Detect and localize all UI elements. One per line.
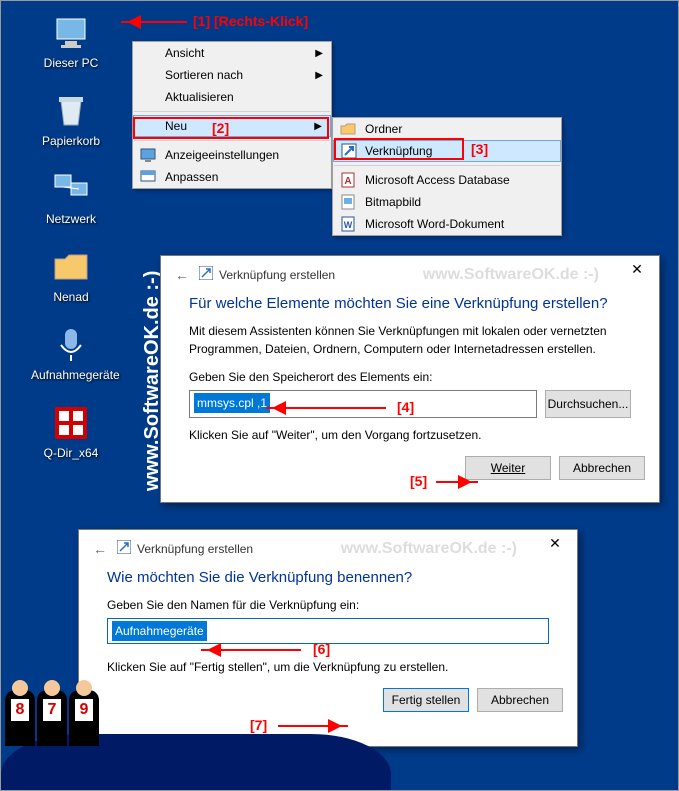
watermark-text: www.SoftwareOK.de :-) [341, 540, 517, 558]
dialog-header-text: Verknüpfung erstellen [219, 268, 335, 282]
folder-icon [339, 120, 357, 138]
computer-icon [51, 13, 91, 53]
desktop-icon-network[interactable]: Netzwerk [31, 169, 111, 226]
network-icon [51, 169, 91, 209]
annotation-6: [6] [313, 641, 330, 657]
menu-item-ansicht[interactable]: Ansicht▶ [133, 42, 331, 64]
context-menu-desktop: Ansicht▶ Sortieren nach▶ Aktualisieren N… [132, 41, 332, 189]
dialog-description: Mit diesem Assistenten können Sie Verknü… [189, 322, 631, 358]
score-card: 8 [10, 698, 30, 722]
desktop-icon-qdir[interactable]: Q-Dir_x64 [31, 403, 111, 460]
word-icon: W [339, 215, 357, 233]
desktop-label: Dieser PC [31, 56, 111, 70]
score-card: 7 [42, 698, 62, 722]
annotation-7: [7] [250, 717, 267, 733]
cancel-button[interactable]: Abbrechen [559, 456, 645, 480]
annotation-4: [4] [397, 399, 414, 415]
menu-item-access[interactable]: A Microsoft Access Database [333, 169, 561, 191]
recycle-icon [51, 91, 91, 131]
cancel-button[interactable]: Abbrechen [477, 688, 563, 712]
annotation-2: [2] [212, 120, 229, 136]
chevron-right-icon: ▶ [315, 48, 323, 59]
personalize-icon [139, 168, 157, 186]
input-label: Geben Sie den Speicherort des Elements e… [189, 368, 631, 386]
close-button[interactable]: ✕ [533, 530, 577, 558]
chevron-right-icon: ▶ [315, 70, 323, 81]
menu-item-anpassen[interactable]: Anpassen [133, 166, 331, 188]
dialog-header-text: Verknüpfung erstellen [137, 542, 253, 556]
input-label: Geben Sie den Namen für die Verknüpfung … [107, 596, 549, 614]
dialog-create-shortcut-2: ✕ ← Verknüpfung erstellen www.SoftwareOK… [78, 529, 578, 747]
close-button[interactable]: ✕ [615, 256, 659, 284]
annotation-1: [1] [Rechts-Klick] [193, 13, 308, 29]
shortcut-badge-icon [199, 266, 213, 283]
arrow-6 [201, 649, 301, 651]
watermark-text: www.SoftwareOK.de :-) [423, 266, 599, 284]
menu-separator [134, 111, 330, 112]
microphone-icon [51, 325, 91, 365]
judge-figure: 7 [37, 690, 67, 746]
highlight-box-2 [133, 117, 329, 139]
arrow-5 [436, 481, 478, 483]
arrow-4 [266, 407, 386, 409]
back-icon[interactable]: ← [175, 267, 189, 283]
menu-item-sortieren[interactable]: Sortieren nach▶ [133, 64, 331, 86]
desktop-label: Nenad [31, 290, 111, 304]
desktop-icon-pc[interactable]: Dieser PC [31, 13, 111, 70]
back-icon[interactable]: ← [93, 541, 107, 557]
dialog-title: Wie möchten Sie die Verknüpfung benennen… [79, 561, 577, 596]
browse-button[interactable]: Durchsuchen... [545, 390, 631, 418]
menu-item-ordner[interactable]: Ordner [333, 118, 561, 140]
desktop-label: Netzwerk [31, 212, 111, 226]
folder-icon [51, 247, 91, 287]
highlight-box-3 [334, 138, 464, 160]
finish-button[interactable]: Fertig stellen [383, 688, 469, 712]
shortcut-badge-icon [117, 540, 131, 557]
annotation-3: [3] [471, 141, 488, 157]
desktop-icon-user[interactable]: Nenad [31, 247, 111, 304]
desktop-label: Aufnahmegeräte [31, 368, 111, 382]
desktop-label: Papierkorb [31, 134, 111, 148]
desktop-label: Q-Dir_x64 [31, 446, 111, 460]
dialog-hint: Klicken Sie auf "Fertig stellen", um die… [107, 658, 549, 676]
location-input[interactable]: mmsys.cpl ,1 [189, 390, 537, 418]
context-menu-neu: Ordner Verknüpfung A Microsoft Access Da… [332, 117, 562, 236]
qdir-icon [51, 403, 91, 443]
menu-item-word[interactable]: W Microsoft Word-Dokument [333, 213, 561, 235]
display-settings-icon [139, 146, 157, 164]
menu-item-aktualisieren[interactable]: Aktualisieren [133, 86, 331, 108]
menu-separator [134, 140, 330, 141]
menu-item-anzeige[interactable]: Anzeigeeinstellungen [133, 144, 331, 166]
arrow-7 [278, 725, 348, 727]
dialog-hint: Klicken Sie auf "Weiter", um den Vorgang… [189, 426, 631, 444]
dialog-title: Für welche Elemente möchten Sie eine Ver… [161, 287, 659, 322]
desktop-icon-aufnahme[interactable]: Aufnahmegeräte [31, 325, 111, 382]
svg-text:A: A [344, 176, 351, 187]
menu-separator [334, 165, 560, 166]
desktop-icon-recycle[interactable]: Papierkorb [31, 91, 111, 148]
arrow-1 [121, 21, 187, 23]
judges-panel: 8 7 9 [5, 690, 99, 746]
judge-figure: 9 [69, 690, 99, 746]
judge-figure: 8 [5, 690, 35, 746]
bitmap-icon [339, 193, 357, 211]
menu-item-bitmap[interactable]: Bitmapbild [333, 191, 561, 213]
dialog-create-shortcut-1: ✕ ← Verknüpfung erstellen www.SoftwareOK… [160, 255, 660, 503]
annotation-5: [5] [410, 473, 427, 489]
access-icon: A [339, 171, 357, 189]
score-card: 9 [74, 698, 94, 722]
svg-text:W: W [344, 220, 353, 230]
